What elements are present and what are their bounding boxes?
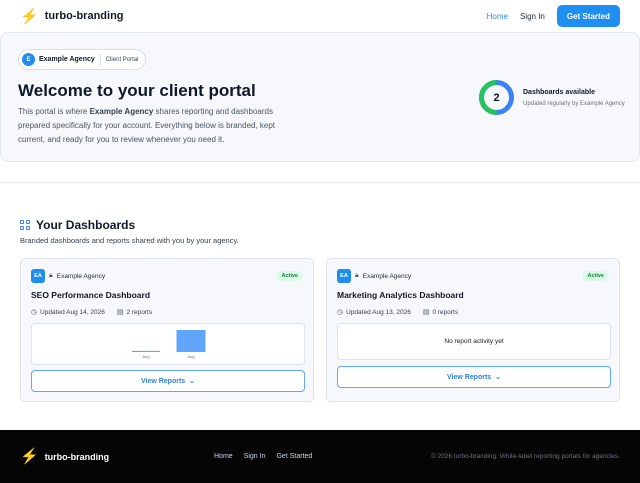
agency-pill: E Example Agency Client Portal [18,49,147,70]
clock-icon: ◷ [337,309,344,316]
brand-logo[interactable]: ⚡ turbo-branding [20,9,124,24]
section-divider [0,182,640,183]
hero-panel: E Example Agency Client Portal Welcome t… [0,32,640,162]
card-title[interactable]: Marketing Analytics Dashboard [337,290,464,300]
lock-icon: 🔒︎ [49,272,53,279]
lightning-bolt-icon: ⚡ [20,7,39,25]
clock-icon: ◷ [31,309,38,316]
dashboard-card-marketing: EA 🔒︎ Example Agency Active Marketing An… [326,258,620,402]
portal-tag: Client Portal [105,56,139,63]
brand-name: turbo-branding [44,10,124,22]
dashboards-count: 2 [493,91,500,104]
footer-nav: Home Sign In Get Started [214,430,312,483]
updated-date: Updated Aug 13, 2026 [346,308,411,316]
agency-avatar: E [22,53,35,66]
chevron-down-icon: ⌄ [189,378,196,385]
nav-home-link[interactable]: Home [487,12,508,21]
hero-description: This portal is where Example Agency shar… [18,107,276,144]
footer-brand[interactable]: ⚡ turbo-branding [20,449,109,464]
copyright-text: © 2026 turbo-branding. White-label repor… [430,453,620,460]
section-subtitle: Branded dashboards and reports shared wi… [20,236,239,245]
get-started-button[interactable]: Get Started [556,5,620,27]
card-title[interactable]: SEO Performance Dashboard [31,290,150,300]
stat-subtitle: Updated regularly by Example Agency [523,100,625,107]
card-meta: ◷ Updated Aug 14, 2026 ▤ 2 reports [31,308,153,317]
agency-badge-icon: EA [31,269,45,283]
footer-get-started-link[interactable]: Get Started [276,453,312,460]
lock-icon: 🔒︎ [355,272,359,279]
nav-sign-in-link[interactable]: Sign In [520,12,545,21]
site-footer: ⚡ turbo-branding Home Sign In Get Starte… [0,430,640,483]
chart-tick-label: Aug [142,354,149,359]
empty-state-text: No report activity yet [444,338,504,345]
empty-report-preview: No report activity yet [337,323,611,360]
stat-title: Dashboards available [523,88,595,96]
chevron-down-icon: ⌄ [495,374,502,381]
hero-agency-highlight: Example Agency [89,107,154,116]
main-nav: Home Sign In Get Started [487,5,620,27]
footer-sign-in-link[interactable]: Sign In [244,453,266,460]
updated-date: Updated Aug 14, 2026 [40,308,105,316]
chart-bar [132,350,160,352]
document-icon: ▤ [116,309,124,316]
agency-name: Example Agency [39,56,95,63]
chart-tick-label: Aug [187,354,194,359]
page-title: Welcome to your client portal [18,81,256,100]
reports-count: 2 reports [126,308,153,316]
pill-divider [99,53,101,66]
grid-icon [20,220,30,230]
dashboard-card-seo: EA 🔒︎ Example Agency Active SEO Performa… [20,258,314,402]
footer-home-link[interactable]: Home [214,453,233,460]
card-meta: ◷ Updated Aug 13, 2026 ▤ 0 reports [337,308,459,317]
card-header: EA 🔒︎ Example Agency Active [337,269,609,283]
reports-count: 0 reports [432,308,459,316]
dashboards-stat: 2 Dashboards available Updated regularly… [478,79,625,116]
mini-bar-chart: Aug Aug [132,330,206,359]
view-reports-button[interactable]: View Reports ⌄ [31,370,305,392]
document-icon: ▤ [422,309,430,316]
status-badge: Active [582,271,609,281]
view-reports-button[interactable]: View Reports ⌄ [337,366,611,388]
footer-brand-name: turbo-branding [44,451,110,462]
agency-badge-icon: EA [337,269,351,283]
dashboards-count-ring: 2 [478,79,515,116]
card-agency-name: Example Agency [56,272,106,280]
dashboards-heading: Your Dashboards [20,218,135,232]
card-agency-name: Example Agency [362,272,412,280]
status-badge: Active [276,271,303,281]
lightning-bolt-icon: ⚡ [20,448,39,465]
report-preview-chart: Aug Aug [31,323,305,365]
site-header: ⚡ turbo-branding Home Sign In Get Starte… [0,0,640,32]
section-title: Your Dashboards [36,218,136,232]
chart-bar [176,330,206,352]
card-header: EA 🔒︎ Example Agency Active [31,269,303,283]
